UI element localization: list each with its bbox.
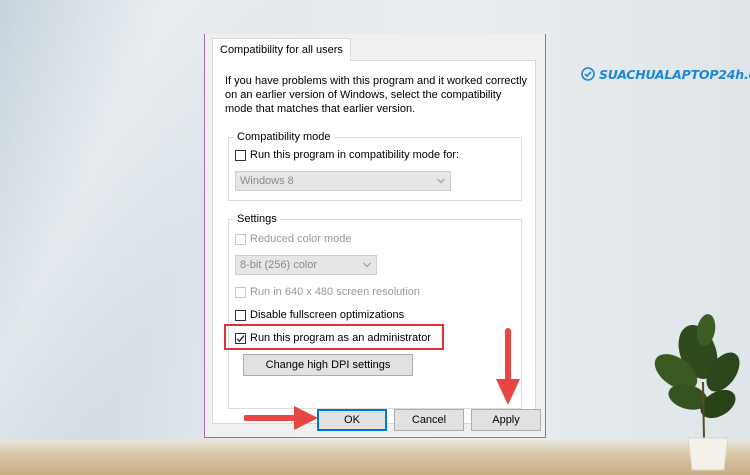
plant-image (654, 314, 740, 471)
compatibility-os-select[interactable]: Windows 8 (235, 171, 451, 191)
fullscreen-optimizations-option[interactable]: Disable fullscreen optimizations (235, 307, 404, 323)
reduced-color-label: Reduced color mode (250, 233, 352, 245)
compatibility-info-text: If you have problems with this program a… (225, 75, 528, 115)
resolution-checkbox (235, 286, 246, 298)
compatibility-mode-group-label: Compatibility mode (234, 130, 334, 144)
settings-group-label: Settings (234, 212, 280, 226)
compatibility-os-value: Windows 8 (240, 175, 294, 187)
settings-group: Settings Reduced color mode 8-bit (256) … (228, 212, 522, 409)
compatibility-mode-option[interactable]: Run this program in compatibility mode f… (235, 147, 459, 163)
change-dpi-settings-button[interactable]: Change high DPI settings (243, 354, 413, 376)
compatibility-mode-label: Run this program in compatibility mode f… (250, 149, 460, 161)
color-depth-select: 8-bit (256) color (235, 255, 377, 275)
color-depth-value: 8-bit (256) color (240, 259, 318, 271)
arrow-right-icon (244, 406, 318, 430)
brand-text: SUACHUALAPTOP24h.com (599, 66, 750, 82)
brand-logo: SUACHUALAPTOP24h.com (581, 64, 750, 84)
tab-compatibility-all-users[interactable]: Compatibility for all users (212, 38, 351, 61)
compatibility-mode-group: Compatibility mode Run this program in c… (228, 130, 522, 201)
chevron-down-icon (363, 262, 371, 268)
apply-button[interactable]: Apply (471, 409, 541, 431)
fullscreen-optimizations-checkbox[interactable] (235, 309, 246, 321)
compatibility-mode-checkbox[interactable] (235, 149, 246, 161)
cancel-button[interactable]: Cancel (394, 409, 464, 431)
tab-panel: If you have problems with this program a… (212, 60, 536, 424)
arrow-down-icon (496, 328, 520, 405)
resolution-label: Run in 640 x 480 screen resolution (250, 286, 420, 298)
ok-button[interactable]: OK (317, 409, 387, 431)
brand-logo-icon (581, 67, 595, 81)
reduced-color-option: Reduced color mode (235, 231, 352, 247)
resolution-option: Run in 640 x 480 screen resolution (235, 284, 420, 300)
reduced-color-checkbox (235, 233, 246, 245)
chevron-down-icon (437, 178, 445, 184)
fullscreen-optimizations-label: Disable fullscreen optimizations (250, 309, 405, 321)
admin-highlight-box (224, 324, 444, 350)
